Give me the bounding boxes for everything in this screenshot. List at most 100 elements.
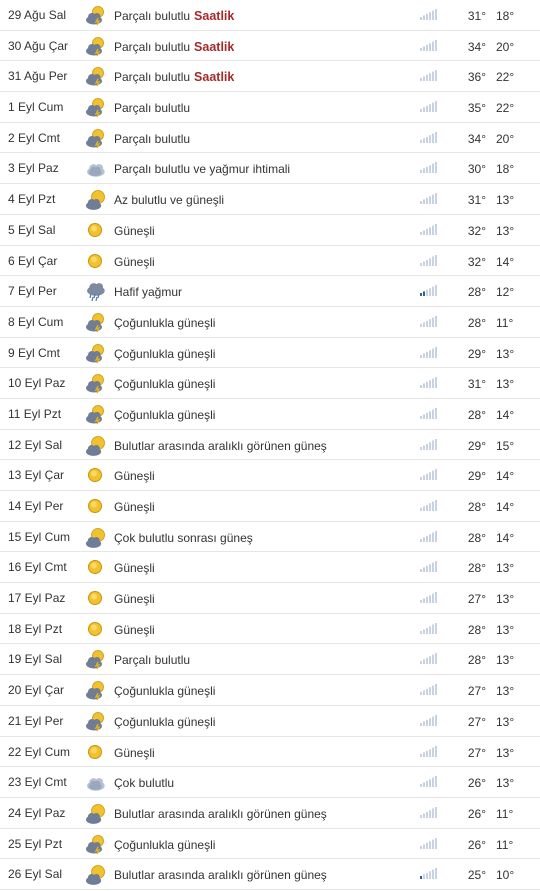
rain-bar — [435, 561, 437, 573]
rain-bar — [420, 109, 422, 113]
rain-bar — [420, 661, 422, 665]
hourly-link[interactable]: Saatlik — [194, 9, 234, 23]
condition-label: Güneşli — [114, 592, 155, 607]
partly-cloudy-icon — [84, 833, 108, 855]
condition-label: Bulutlar arasında aralıklı görünen güneş — [114, 868, 327, 883]
high-temp: 36° — [467, 70, 486, 85]
forecast-row[interactable]: 2 Eyl Cmt Parçalı bulutlu 34° 20° — [0, 122, 540, 154]
forecast-row[interactable]: 20 Eyl Çar Çoğunlukla güneşli 27° 13° — [0, 675, 540, 706]
forecast-row[interactable]: 21 Eyl Per Çoğunlukla güneşli 27° 13° — [0, 706, 540, 737]
rain-bar — [435, 39, 437, 51]
forecast-row[interactable]: 9 Eyl Cmt Çoğunlukla güneşli 29° 13° — [0, 338, 540, 369]
rain-bar — [429, 472, 431, 481]
precipitation-bars-icon — [420, 499, 438, 511]
rain-bar — [432, 532, 434, 542]
rain-bar — [429, 12, 431, 20]
sun-behind-cloud-icon — [84, 188, 108, 210]
day-label: 23 Eyl Cmt — [8, 775, 67, 790]
forecast-row[interactable]: 13 Eyl Çar Güneşli 29° 14° — [0, 460, 540, 491]
forecast-row[interactable]: 15 Eyl Cum Çok bulutlu sonrası güneş 28° 14… — [0, 522, 540, 553]
forecast-row[interactable]: 22 Eyl Cum Güneşli 27° 13° — [0, 736, 540, 768]
rain-bar — [432, 440, 434, 450]
condition-text: Parçalı bulutlu — [114, 653, 190, 667]
partly-cloudy-icon — [84, 96, 108, 118]
condition-label: Çoğunlukla güneşli — [114, 346, 216, 361]
condition-label: Güneşli — [114, 223, 155, 238]
rain-bar — [435, 500, 437, 511]
rain-bar — [435, 745, 437, 757]
forecast-row[interactable]: 26 Eyl Sal Bulutlar arasında aralıklı gör… — [0, 859, 540, 890]
forecast-row[interactable]: 7 Eyl Per Hafif yağmur 28° 12° — [0, 276, 540, 307]
day-label: 21 Eyl Per — [8, 713, 64, 728]
rain-bar — [432, 501, 434, 511]
forecast-row[interactable]: 24 Eyl Paz Bulutlar arasında aralıklı gör… — [0, 797, 540, 829]
forecast-row[interactable]: 14 Eyl Per Güneşli 28° 14° — [0, 491, 540, 522]
day-label: 15 Eyl Cum — [8, 529, 71, 544]
forecast-row[interactable]: 10 Eyl Paz Çoğunlukla güneşli 31° 13° — [0, 368, 540, 399]
low-temp: 22° — [496, 70, 515, 85]
rain-bar — [426, 811, 428, 818]
day-label: 19 Eyl Sal — [8, 652, 63, 667]
forecast-row[interactable]: 31 Ağu Per Parçalı bulutlu Saatlik 36° 22° — [0, 61, 540, 93]
rain-bar — [432, 777, 434, 788]
rain-bar — [423, 322, 425, 327]
low-temp: 13° — [496, 653, 515, 668]
rain-bar — [429, 42, 431, 51]
partly-cloudy-icon — [84, 648, 108, 670]
forecast-row[interactable]: 11 Eyl Pzt Çoğunlukla güneşli 28° 14° — [0, 399, 540, 430]
rain-bar — [429, 718, 431, 726]
condition-text: Bulutlar arasında aralıklı görünen güneş — [114, 439, 327, 453]
day-label: 8 Eyl Cum — [8, 314, 64, 329]
rain-bar — [420, 814, 422, 818]
forecast-row[interactable]: 19 Eyl Sal Parçalı bulutlu 28° 13° — [0, 644, 540, 676]
condition-label: Çoğunlukla güneşli — [114, 837, 216, 852]
rain-bar — [426, 627, 428, 634]
forecast-row[interactable]: 30 Ağu Çar Parçalı bulutlu Saatlik 34° 20° — [0, 31, 540, 62]
high-temp: 28° — [467, 285, 486, 300]
rain-bar — [420, 293, 422, 297]
hourly-link[interactable]: Saatlik — [194, 70, 234, 84]
condition-text: Parçalı bulutlu ve yağmur ihtimali — [114, 162, 290, 176]
rain-bar — [432, 317, 434, 327]
forecast-row[interactable]: 8 Eyl Cum Çoğunlukla güneşli 28° 11° — [0, 306, 540, 338]
forecast-row[interactable]: 18 Eyl Pzt Güneşli 28° 13° — [0, 613, 540, 645]
sun-icon — [84, 495, 108, 517]
rain-bar — [423, 445, 425, 450]
forecast-row[interactable]: 5 Eyl Sal Güneşli 32° 13° — [0, 215, 540, 246]
condition-text: Çoğunlukla güneşli — [114, 377, 215, 391]
forecast-row[interactable]: 1 Eyl Cum Parçalı bulutlu 35° 22° — [0, 92, 540, 123]
forecast-row[interactable]: 16 Eyl Cmt Güneşli 28° 13° — [0, 552, 540, 584]
rain-bar — [435, 407, 437, 419]
low-temp: 22° — [496, 101, 515, 116]
condition-text: Güneşli — [114, 469, 155, 483]
rain-bar — [429, 810, 431, 818]
rain-bar — [423, 874, 425, 880]
rain-bar — [420, 78, 422, 82]
forecast-row[interactable]: 6 Eyl Çar Güneşli 32° 14° — [0, 245, 540, 277]
low-temp: 11° — [496, 315, 514, 330]
forecast-row[interactable]: 29 Ağu Sal Parçalı bulutlu Saatlik 31° 18° — [0, 0, 540, 31]
partly-cloudy-icon — [84, 311, 108, 333]
rain-bar — [429, 871, 431, 880]
rain-bar — [426, 504, 428, 511]
forecast-row[interactable]: 17 Eyl Paz Güneşli 27° 13° — [0, 583, 540, 614]
rain-bar — [423, 46, 425, 51]
high-temp: 29° — [467, 469, 486, 484]
rain-bar — [429, 840, 431, 849]
forecast-row[interactable]: 25 Eyl Pzt Çoğunlukla güneşli 26° 11° — [0, 829, 540, 860]
rain-bar — [420, 876, 422, 880]
forecast-row[interactable]: 12 Eyl Sal Bulutlar arasında aralıklı gör… — [0, 429, 540, 461]
rain-bar — [429, 687, 431, 696]
rain-bar — [435, 223, 437, 235]
low-temp: 20° — [496, 131, 515, 146]
forecast-row[interactable]: 3 Eyl Paz Parçalı bulutlu ve yağmur ihtim… — [0, 153, 540, 185]
condition-text: Bulutlar arasında aralıklı görünen güneş — [114, 807, 327, 821]
hourly-link[interactable]: Saatlik — [194, 40, 234, 54]
forecast-row[interactable]: 23 Eyl Cmt Çok bulutlu 26° 13° — [0, 767, 540, 798]
forecast-row[interactable]: 4 Eyl Pzt Az bulutlu ve güneşli 31° 13° — [0, 184, 540, 215]
rain-bar — [435, 622, 437, 634]
sun-behind-cloud-icon — [84, 863, 108, 886]
rain-bar — [426, 167, 428, 174]
rain-bar — [435, 806, 437, 818]
precipitation-bars-icon — [420, 315, 438, 327]
